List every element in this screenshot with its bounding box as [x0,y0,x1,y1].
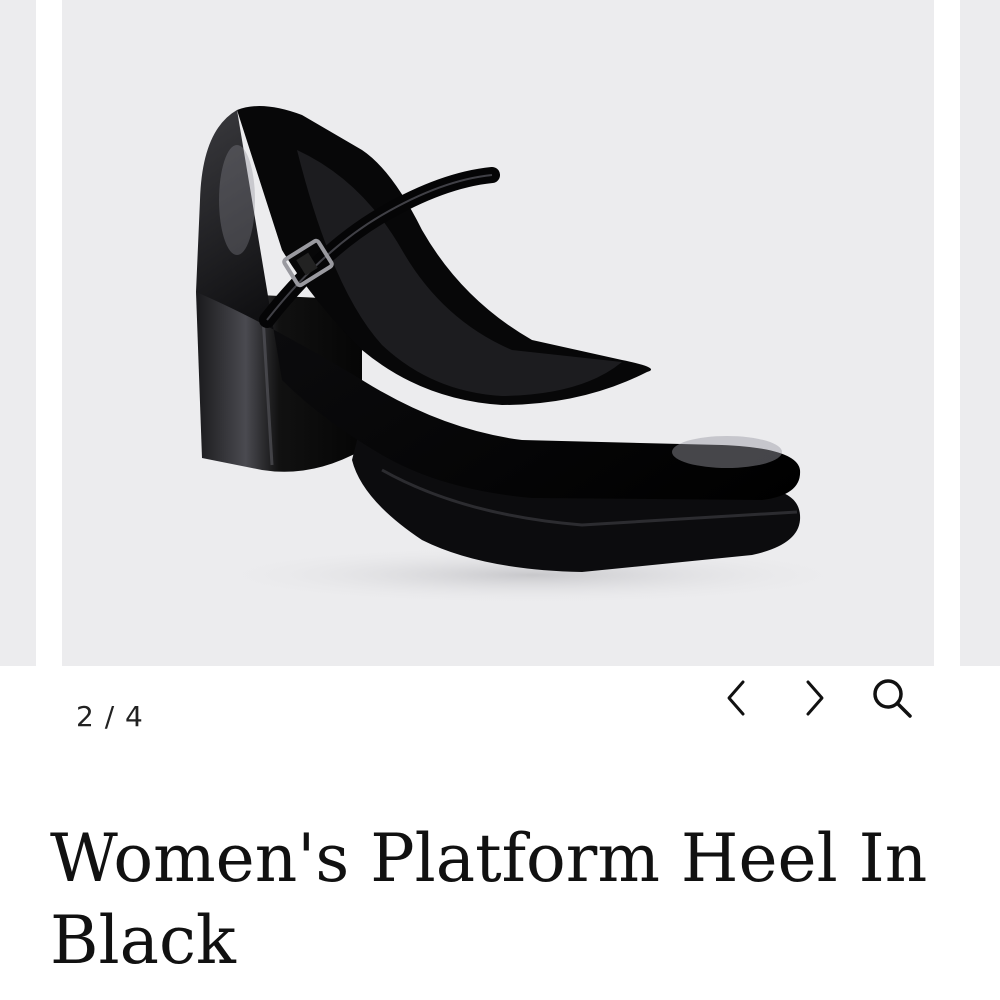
slide-counter: 2 / 4 [76,700,144,733]
next-image-button[interactable] [789,672,841,724]
previous-image-button[interactable] [710,672,762,724]
zoom-button[interactable] [866,672,918,724]
previous-slide-peek[interactable] [0,0,36,666]
image-carousel[interactable] [0,0,1000,666]
chevron-left-icon [727,680,745,716]
chevron-right-icon [806,680,824,716]
product-title: Women's Platform Heel In Black [50,820,928,979]
magnifier-icon [873,679,912,718]
product-image[interactable] [62,0,934,666]
next-slide-peek[interactable] [960,0,1000,666]
shoe-illustration [196,106,862,605]
